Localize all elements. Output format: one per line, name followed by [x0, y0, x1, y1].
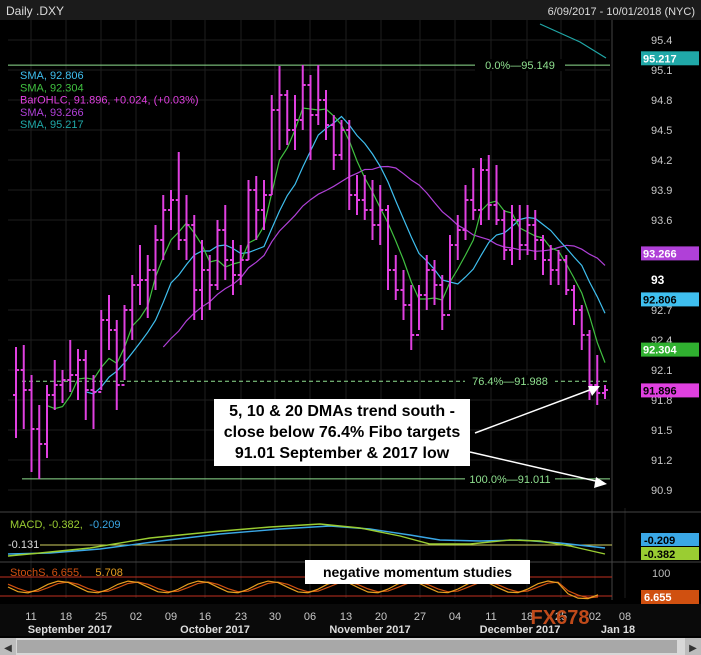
- day-tick-label: 11: [25, 611, 36, 623]
- date-range: 6/09/2017 - 10/01/2018 (NYC): [548, 6, 695, 18]
- day-tick-label: 16: [199, 611, 211, 623]
- watermark-text: FX678: [531, 607, 590, 629]
- day-tick-label: 02: [589, 611, 601, 623]
- fib-level-label: 76.4%—91.988: [472, 376, 548, 388]
- price-tick-label: 94.8: [651, 95, 672, 107]
- price-tick-label: 93.6: [651, 215, 672, 227]
- day-tick-label: 27: [414, 611, 426, 623]
- price-tick-label: 91.5: [651, 425, 672, 437]
- price-tick-label: 93.9: [651, 185, 672, 197]
- scrollbar-thumb[interactable]: [17, 640, 677, 653]
- price-tick-label: 91.2: [651, 455, 672, 467]
- price-tick-label: 94.2: [651, 155, 672, 167]
- macd-badge-label: -0.209: [644, 535, 675, 547]
- day-tick-label: 20: [375, 611, 387, 623]
- day-tick-label: 13: [340, 611, 352, 623]
- price-badge-label: 93.266: [643, 248, 677, 260]
- price-badge-label: 91.896: [643, 385, 677, 397]
- day-tick-label: 30: [269, 611, 281, 623]
- macd-badge-label: -0.382: [644, 549, 675, 561]
- macd-label: MACD, -0.382,: [10, 519, 83, 531]
- price-badge-label: 92.806: [643, 294, 677, 306]
- legend-entry: BarOHLC, 91.896, +0.024, (+0.03%): [20, 95, 199, 107]
- fib-level-label: 100.0%—91.011: [469, 474, 550, 486]
- month-label: November 2017: [329, 624, 410, 636]
- day-tick-label: 18: [60, 611, 72, 623]
- stoch-badge-label: 6.655: [644, 592, 672, 604]
- price-badge-label: 95.217: [643, 53, 677, 65]
- scroll-left-icon: ◀: [4, 643, 12, 654]
- day-tick-label: 02: [130, 611, 142, 623]
- chart-title: Daily .DXY: [6, 4, 64, 18]
- scroll-right-icon: ▶: [689, 643, 697, 654]
- price-badge-label: 92.304: [643, 345, 678, 357]
- macd-label: -0.209: [89, 519, 120, 531]
- price-tick-label: 92.1: [651, 365, 672, 377]
- fib-level-label: 0.0%—95.149: [485, 60, 555, 72]
- day-tick-label: 08: [619, 611, 631, 623]
- annotation-line-2: close below 76.4% Fibo targets: [223, 424, 461, 441]
- price-tick-label: 93: [651, 273, 665, 287]
- legend-entry: SMA, 92.304: [20, 82, 84, 94]
- legend-entry: SMA, 93.266: [20, 107, 84, 119]
- day-tick-label: 04: [449, 611, 461, 623]
- day-tick-label: 11: [485, 611, 496, 623]
- annotation-momentum: negative momentum studies: [305, 560, 530, 584]
- day-tick-label: 23: [235, 611, 247, 623]
- price-tick-label: 95.4: [651, 35, 672, 47]
- chart-canvas: Daily .DXY 6/09/2017 - 10/01/2018 (NYC) 0.…: [0, 0, 701, 655]
- stoch-scale-label: 100: [652, 568, 670, 580]
- price-tick-label: 90.9: [651, 485, 672, 497]
- price-tick-label: 94.5: [651, 125, 672, 137]
- annotation-line-3: 91.01 September & 2017 low: [234, 445, 450, 462]
- day-tick-label: 09: [165, 611, 177, 623]
- price-tick-label: 95.1: [651, 65, 672, 77]
- macd-zero-label: -0.131: [8, 539, 39, 551]
- price-tick-label: 92.7: [651, 305, 672, 317]
- day-tick-label: 06: [304, 611, 316, 623]
- day-tick-label: 25: [95, 611, 107, 623]
- annotation-dma-trend: 5, 10 & 20 DMAs trend south - close belo…: [214, 399, 470, 466]
- month-label: Jan 18: [601, 624, 635, 636]
- month-label: September 2017: [28, 624, 112, 636]
- legend-entry: SMA, 95.217: [20, 119, 84, 131]
- legend-entry: SMA, 92.806: [20, 70, 84, 82]
- month-label: October 2017: [180, 624, 250, 636]
- annotation-line-1: 5, 10 & 20 DMAs trend south -: [229, 403, 455, 420]
